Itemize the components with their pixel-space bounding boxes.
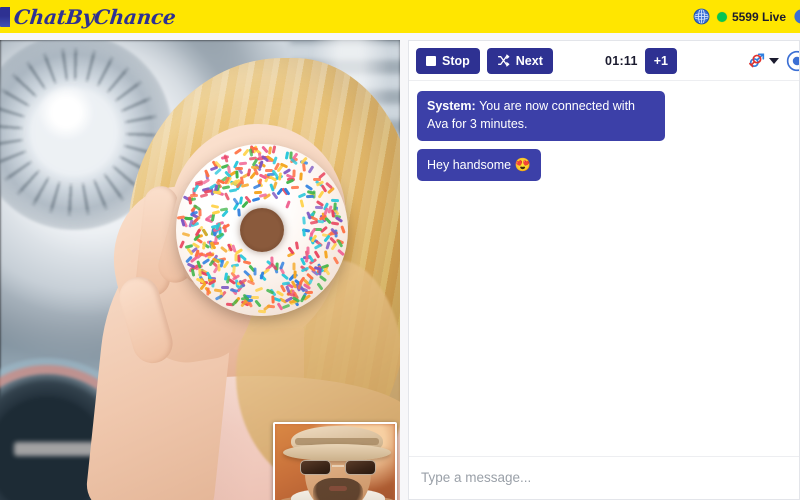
chat-toolbar: Stop Next 01:11 +1: [409, 41, 799, 81]
header-info-icon[interactable]: [793, 8, 800, 25]
app-header: ChatByChance 5599 Live: [0, 0, 800, 33]
chat-panel: Stop Next 01:11 +1 System: You are now c…: [408, 40, 800, 500]
live-users-count: 5599 Live: [732, 10, 786, 24]
donut-prop: [176, 144, 348, 316]
add-time-button[interactable]: +1: [645, 48, 677, 74]
next-button[interactable]: Next: [487, 48, 553, 74]
chat-message-author: System:: [427, 99, 479, 113]
chat-message-bubble: System: You are now connected with Ava f…: [417, 91, 665, 141]
gender-filter-dropdown[interactable]: [747, 51, 779, 70]
session-timer: 01:11: [605, 54, 638, 68]
next-button-label: Next: [516, 54, 543, 68]
stop-button[interactable]: Stop: [416, 48, 480, 74]
local-person-sunglasses: [300, 460, 376, 475]
local-video-pip[interactable]: [273, 422, 397, 500]
local-person-lips: [329, 486, 347, 491]
live-status-dot-icon: [717, 12, 727, 22]
stop-square-icon: [426, 56, 436, 66]
sunglasses-right-lens: [345, 460, 376, 475]
chat-message-list: System: You are now connected with Ava f…: [409, 81, 799, 456]
sunglasses-left-lens: [300, 460, 331, 475]
video-stage[interactable]: [0, 40, 400, 500]
settings-icon[interactable]: [786, 50, 799, 72]
globe-icon[interactable]: [693, 8, 710, 25]
sunglasses-bridge: [332, 465, 344, 467]
logo-mark-icon: [0, 7, 10, 27]
live-users-indicator: 5599 Live: [717, 10, 786, 24]
donut-hole: [240, 208, 284, 252]
header-right-controls: 5599 Live: [693, 0, 800, 33]
chevron-down-icon: [769, 58, 779, 64]
chat-message-emoji: 😍: [515, 157, 531, 172]
message-input[interactable]: [417, 463, 791, 492]
shuffle-icon: [497, 54, 510, 67]
chat-compose-area: [409, 456, 799, 499]
chat-message-text: Hey handsome: [427, 158, 515, 172]
page-body: Stop Next 01:11 +1 System: You are now c…: [0, 33, 800, 500]
logo-text[interactable]: ChatByChance: [13, 5, 177, 29]
stop-button-label: Stop: [442, 54, 470, 68]
chat-message-bubble: Hey handsome 😍: [417, 149, 541, 182]
gender-filter-icon: [747, 51, 766, 70]
local-person-hat-brim: [283, 444, 391, 461]
